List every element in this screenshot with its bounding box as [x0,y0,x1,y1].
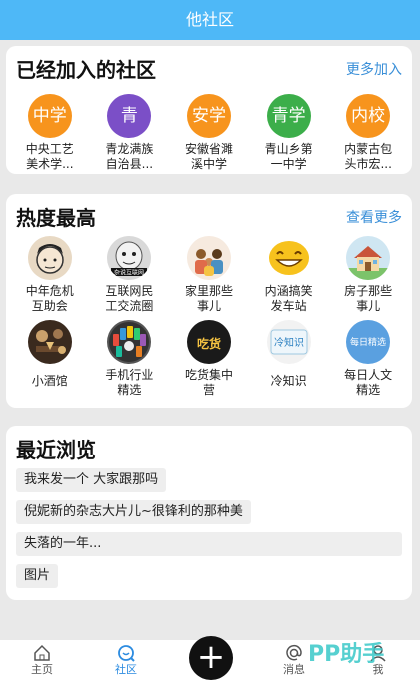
community-badge: 安学 [186,94,231,138]
hot-name-line1: 小酒馆 [31,374,68,388]
phones-icon [107,320,152,364]
trivia-icon: 冷知识 [266,320,311,364]
community-name-line2: 溪中学 [190,157,227,171]
hot-name-line1: 家里那些 [184,284,233,298]
wine-bar-icon [27,320,72,364]
hot-name-line2: 精选 [356,383,381,397]
meme-face-caption: 杂说互联网 [114,269,144,277]
watermark: PP助手 [308,642,385,667]
hot-name-line2: 营 [202,383,215,397]
tab-home[interactable]: 主页 [0,640,84,681]
daily-reading-caption: 每日精选 [350,336,386,348]
community-icon [118,645,135,662]
community-badge: 内校 [346,94,391,138]
hot-community-item[interactable]: 杂说互联网 互联网民 工交流圈 [90,236,170,314]
community-name-line1: 中央工艺 [25,142,74,156]
hot-name-line2: 互助会 [31,299,68,313]
hot-community-item[interactable]: 家里那些 事儿 [169,236,249,314]
hot-name-line2: 事儿 [196,299,221,313]
hot-name-line1: 手机行业 [105,368,154,382]
community-item[interactable]: 青 青龙满族 自治县... [90,94,170,172]
community-item[interactable]: 中学 中央工艺 美术学... [10,94,90,172]
community-badge: 青 [107,94,152,138]
house-icon [346,236,391,280]
joined-header: 已经加入的社区 更多加入 [16,56,402,84]
joined-list: 中学 中央工艺 美术学... 青 青龙满族 自治县... 安学 安徽省濉 溪中学 青学… [10,94,408,172]
foodie-icon: 吃货 [186,320,231,364]
top-bar: 他社区 [0,0,420,40]
hot-community-item[interactable]: 每日精选 每日人文 精选 [328,320,408,398]
community-badge: 中学 [27,94,72,138]
community-name-line1: 青龙满族 [105,142,154,156]
hot-community-item[interactable]: 吃货 吃货集中营 [169,320,249,398]
hot-header: 热度最高 查看更多 [16,204,402,232]
hot-community-item[interactable]: 内涵搞笑 发车站 [249,236,329,314]
plus-icon: + [189,636,233,680]
at-icon [286,644,302,661]
tab-community-label: 社区 [115,663,137,676]
recent-post[interactable]: 失落的一年... [16,532,402,556]
community-name-line2: 头市宏... [344,157,392,171]
home-icon [34,644,50,661]
recent-post[interactable]: 我来发一个 大家跟那吗 [16,468,167,492]
hot-row: 中年危机 互助会 杂说互联网 互联网民 工交流圈 家里那些 事儿 内涵搞笑 发车站 房子… [10,236,408,314]
tab-home-label: 主页 [31,663,53,676]
hot-name-line1: 互联网民 [105,284,154,298]
community-name-line2: 自治县... [105,157,154,171]
hot-name-line1: 中年危机 [25,284,74,298]
page-title: 他社区 [185,10,234,29]
hot-name-line2: 事儿 [356,299,381,313]
tab-community[interactable]: 社区 [84,640,168,681]
joined-communities-card: 已经加入的社区 更多加入 中学 中央工艺 美术学... 青 青龙满族 自治县... … [6,46,412,174]
view-more-link[interactable]: 查看更多 [346,206,402,230]
tab-post[interactable]: + [168,636,252,681]
hot-row: 小酒馆 手机行业 精选 吃货 吃货集中营 冷知识 冷知识 每日精选 每日人文 精选 [10,320,408,398]
hot-community-item[interactable]: 房子那些 事儿 [328,236,408,314]
community-name-line1: 安徽省濉 [184,142,233,156]
hot-communities-card: 热度最高 查看更多 中年危机 互助会 杂说互联网 互联网民 工交流圈 家里那些 事儿 [6,194,412,408]
daily-reading-icon: 每日精选 [346,320,391,364]
trivia-caption: 冷知识 [274,336,304,349]
community-badge: 青学 [266,94,311,138]
recent-title: 最近浏览 [16,438,96,462]
community-name-line2: 一中学 [270,157,307,171]
hot-name-line2: 工交流圈 [105,299,154,313]
community-name-line1: 内蒙古包 [344,142,393,156]
hot-name-line1: 冷知识 [270,374,307,388]
hot-community-item[interactable]: 冷知识 冷知识 [249,320,329,398]
recent-header: 最近浏览 [16,436,402,464]
hot-name-line1: 房子那些 [344,284,393,298]
hot-name-line2: 发车站 [270,299,307,313]
meme-face-icon: 杂说互联网 [107,236,152,280]
community-item[interactable]: 青学 青山乡第 一中学 [249,94,329,172]
hot-name-line1: 每日人文 [344,368,393,382]
hot-name-line1: 吃货集中 [184,368,233,382]
more-join-link[interactable]: 更多加入 [346,58,402,82]
hot-community-item[interactable]: 小酒馆 [10,320,90,398]
community-item[interactable]: 安学 安徽省濉 溪中学 [169,94,249,172]
community-name-line1: 青山乡第 [264,142,313,156]
hot-title: 热度最高 [16,206,96,230]
recent-list: 我来发一个 大家跟那吗 倪妮新的杂志大片儿~很锋利的那种美 失落的一年... 图… [16,468,402,596]
community-name-line2: 美术学... [26,157,74,171]
community-item[interactable]: 内校 内蒙古包 头市宏... [328,94,408,172]
hot-community-item[interactable]: 中年危机 互助会 [10,236,90,314]
hot-name-line2: 精选 [117,383,142,397]
grin-emoji-icon [266,236,311,280]
foodie-caption: 吃货 [197,336,221,351]
recent-post[interactable]: 图片 [16,564,59,588]
hot-name-line1: 内涵搞笑 [264,284,313,298]
joined-title: 已经加入的社区 [16,58,156,82]
recent-post[interactable]: 倪妮新的杂志大片儿~很锋利的那种美 [16,500,251,524]
hot-community-item[interactable]: 手机行业 精选 [90,320,170,398]
family-icon [186,236,231,280]
cartoon-face-icon [27,236,72,280]
recent-card: 最近浏览 我来发一个 大家跟那吗 倪妮新的杂志大片儿~很锋利的那种美 失落的一年… [6,426,412,600]
